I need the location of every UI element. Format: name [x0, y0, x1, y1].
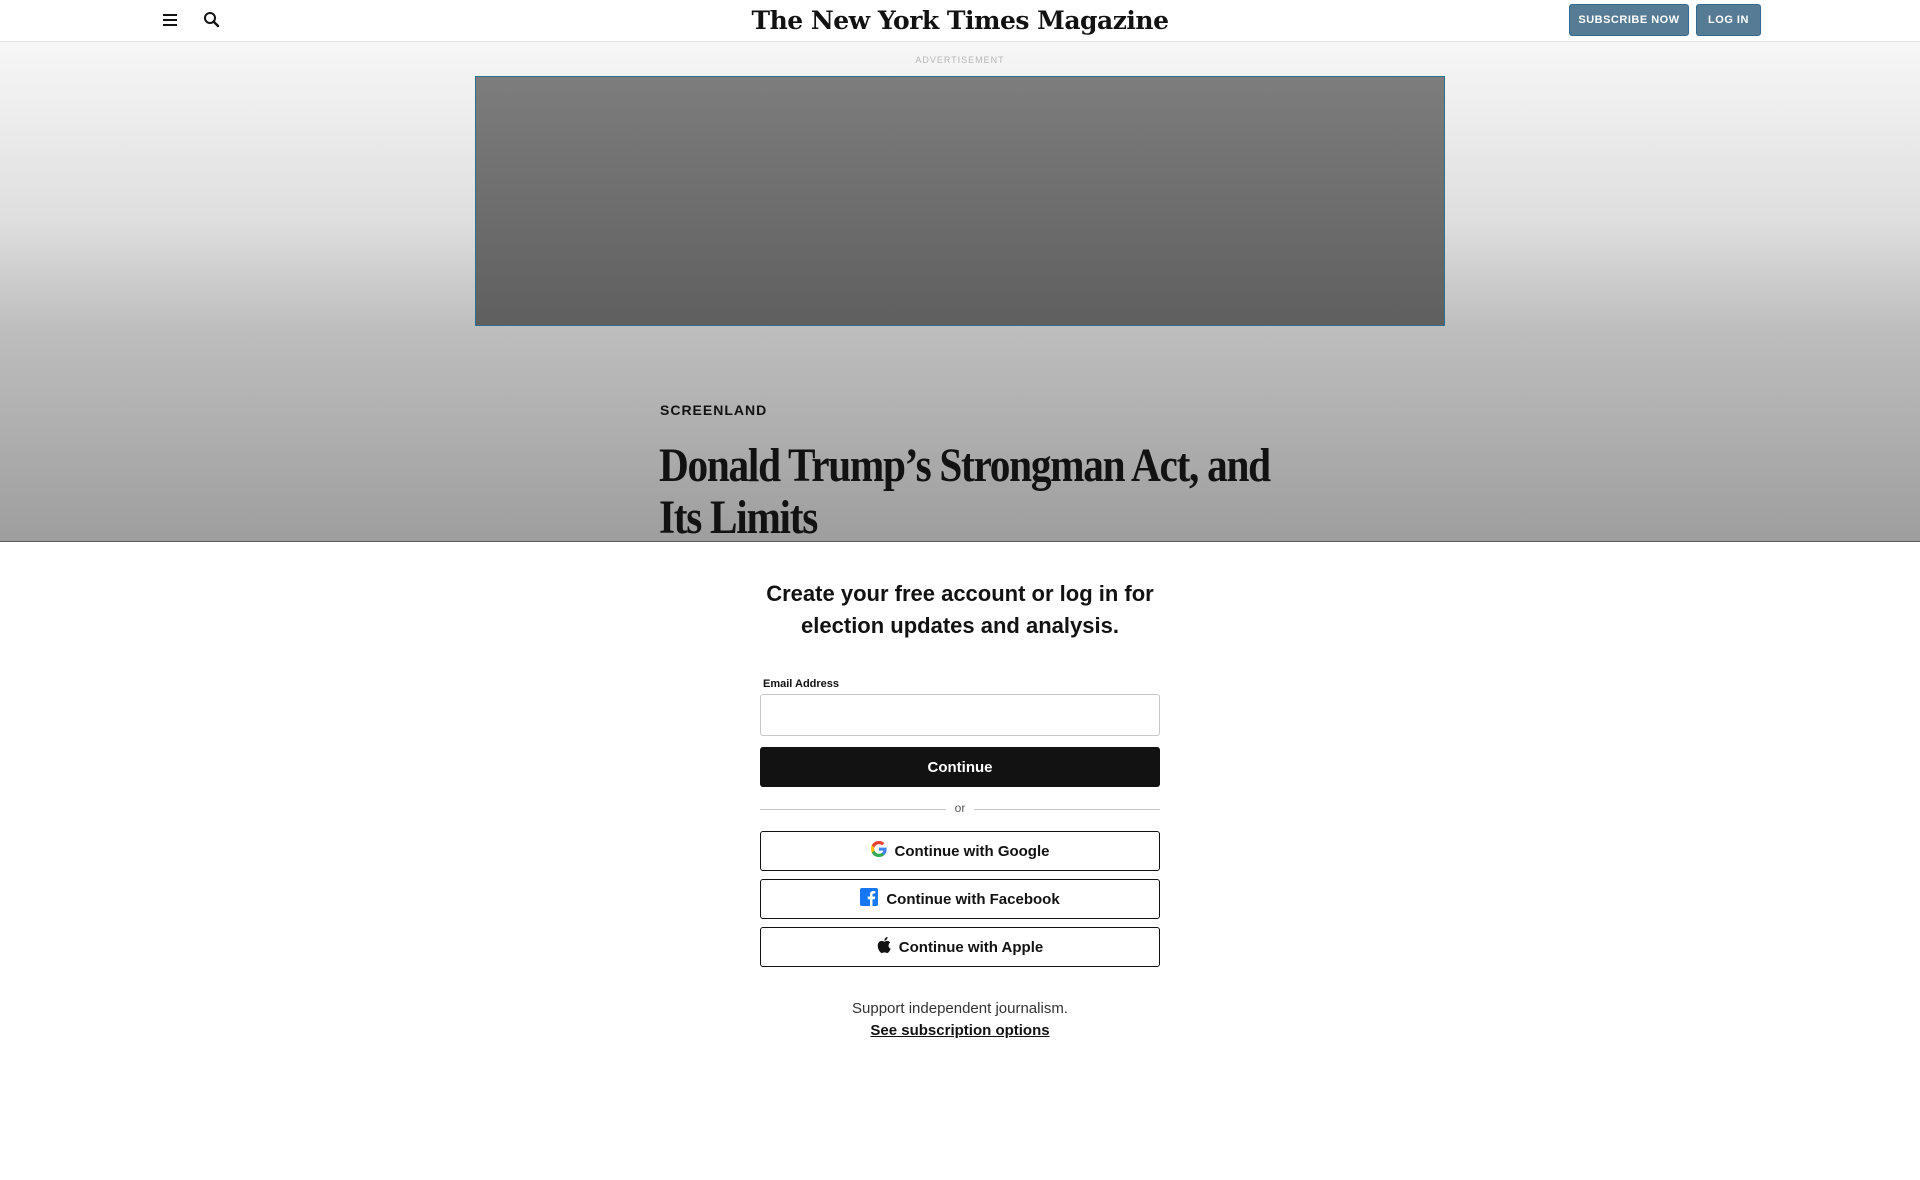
- continue-button[interactable]: Continue: [760, 747, 1160, 787]
- login-title: Create your free account or log in for e…: [766, 581, 1154, 638]
- search-icon[interactable]: [202, 10, 222, 30]
- login-panel: Create your free account or log in for e…: [760, 542, 1160, 1082]
- article-headline: Donald Trump’s Strongman Act, and Its Li…: [659, 439, 1271, 542]
- continue-with-apple-button[interactable]: Continue with Apple: [760, 927, 1160, 967]
- menu-icon[interactable]: [160, 11, 180, 31]
- section-kicker[interactable]: SCREENLAND: [660, 402, 767, 418]
- google-icon: [870, 841, 887, 861]
- separator-line-right: [974, 809, 1160, 810]
- continue-with-facebook-button[interactable]: Continue with Facebook: [760, 879, 1160, 919]
- subscribe-now-button[interactable]: SUBSCRIBE NOW: [1569, 4, 1689, 36]
- email-label: Email Address: [763, 678, 840, 690]
- email-field[interactable]: [760, 694, 1160, 736]
- facebook-button-label: Continue with Facebook: [886, 890, 1060, 908]
- apple-button-label: Continue with Apple: [898, 938, 1044, 956]
- support-journalism-text: Support independent journalism.: [852, 1000, 1068, 1017]
- or-label: or: [954, 801, 966, 815]
- log-in-button[interactable]: LOG IN: [1696, 4, 1761, 36]
- or-separator: or: [760, 801, 1160, 817]
- article-background: ADVERTISEMENT SCREENLAND Donald Trump’s …: [0, 42, 1920, 541]
- top-bar: The New York Times Magazine SUBSCRIBE NO…: [0, 0, 1920, 42]
- advertisement-label: ADVERTISEMENT: [915, 55, 1005, 65]
- see-subscription-options-link[interactable]: See subscription options: [760, 1022, 1160, 1039]
- continue-with-google-button[interactable]: Continue with Google: [760, 831, 1160, 871]
- google-button-label: Continue with Google: [894, 842, 1050, 860]
- facebook-icon: [860, 888, 879, 910]
- advertisement-box[interactable]: [475, 76, 1445, 326]
- apple-icon: [877, 937, 891, 957]
